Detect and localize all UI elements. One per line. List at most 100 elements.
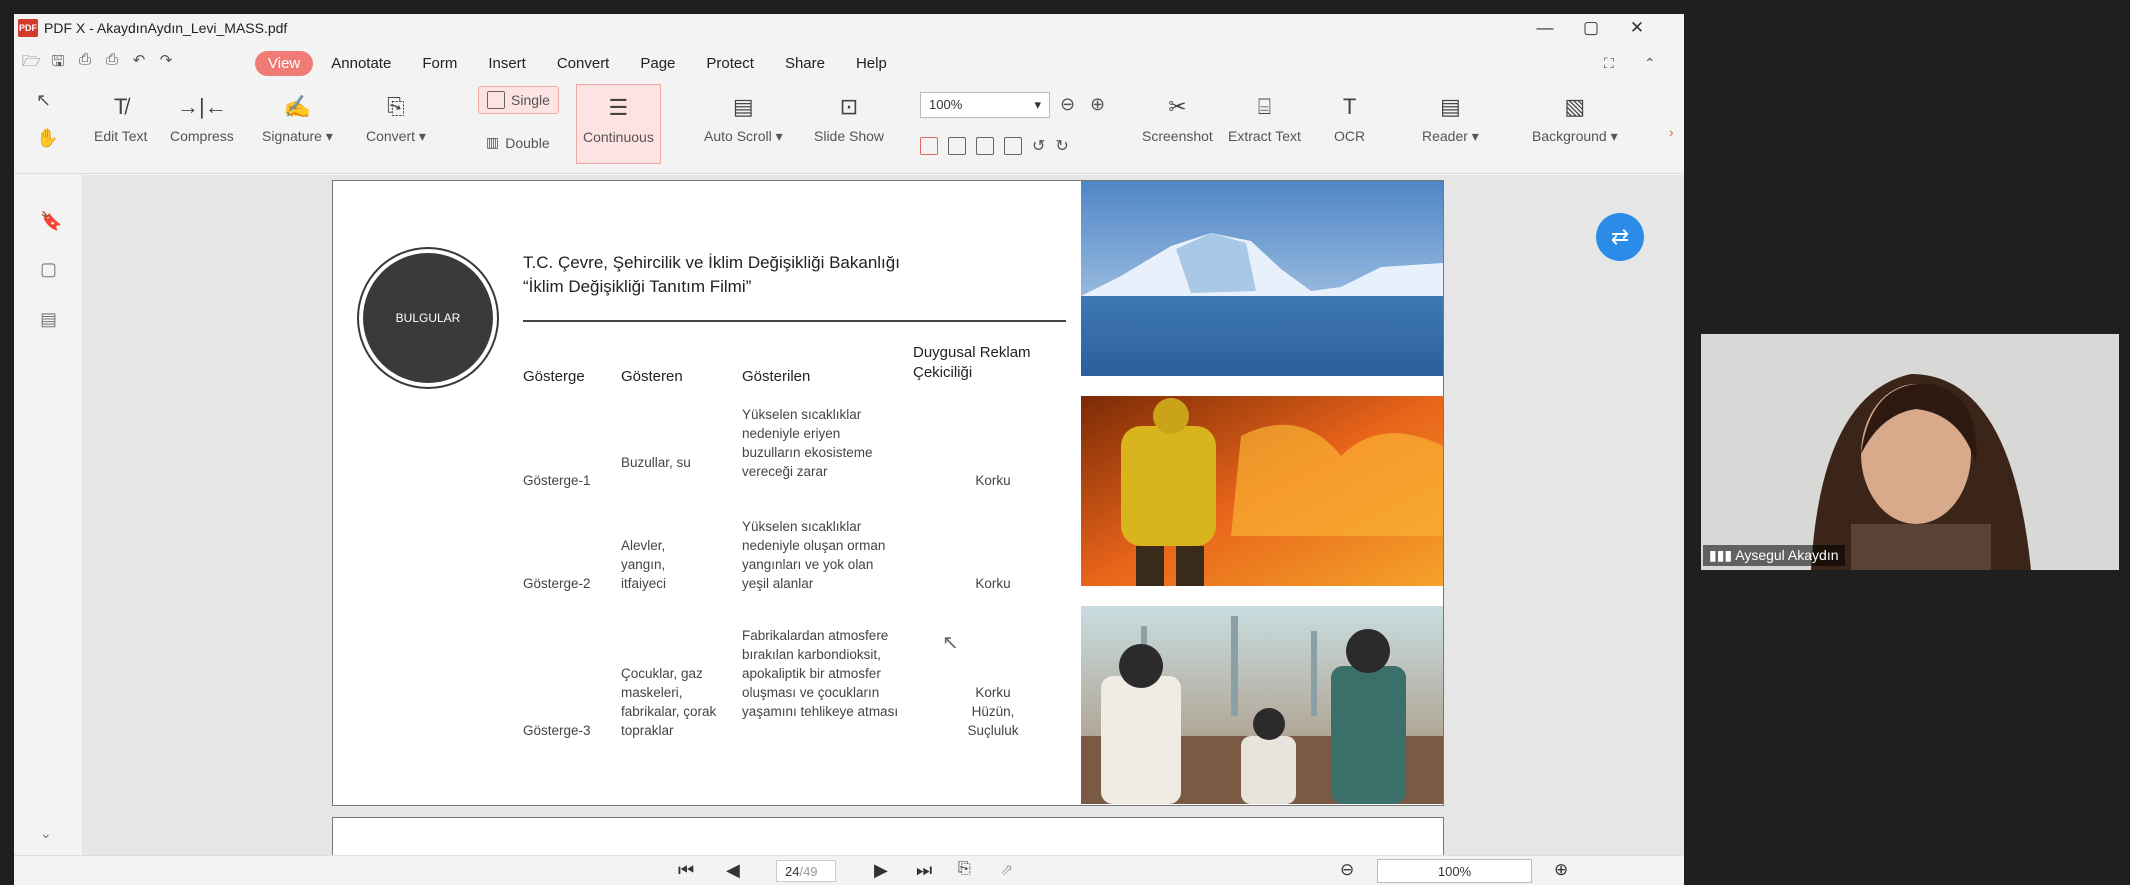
print-icon[interactable]: ⎙ (103, 51, 121, 76)
select-tool-icon[interactable]: ↖ (36, 90, 51, 111)
comments-icon[interactable]: ▤ (40, 309, 60, 329)
convert-icon: ⎘ (387, 94, 405, 119)
edit-text-button[interactable]: T̸ Edit Text (94, 90, 147, 144)
background-button[interactable]: ▧ Background ▾ (1532, 90, 1618, 145)
header-gosteren: Gösteren (621, 368, 683, 385)
fit-width-icon[interactable] (976, 137, 994, 155)
menu-bar: 🗁 🖫 ⎙ ⎙ ↶ ↷ View Annotate Form Insert Co… (14, 48, 1684, 78)
participant-name-label: ▮▮▮ Aysegul Akaydın (1703, 545, 1845, 566)
actual-size-icon[interactable] (920, 137, 938, 155)
signature-icon: ✍ (283, 94, 312, 119)
menu-page[interactable]: Page (627, 51, 688, 76)
bookmark-icon[interactable]: 🔖 (40, 211, 62, 231)
convert-to-word-icon[interactable]: ⇄ (1596, 213, 1644, 261)
app-logo-icon: PDF (18, 19, 38, 37)
single-page-button[interactable]: Single (478, 86, 559, 114)
ribbon-scroll-right-icon[interactable]: › (1669, 124, 1674, 140)
pdf-app-window: PDF PDF X - AkaydınAydın_Levi_MASS.pdf —… (14, 14, 1684, 885)
screenshot-button[interactable]: ✂ Screenshot (1142, 90, 1213, 144)
row1-gosterge: Gösterge-1 (523, 473, 591, 488)
hand-tool-icon[interactable]: ✋ (36, 128, 58, 149)
thumbnails-icon[interactable]: ▢ (40, 259, 60, 279)
menu-share[interactable]: Share (772, 51, 838, 76)
row2-gosterge: Gösterge-2 (523, 576, 591, 591)
compress-button[interactable]: →|← Compress (170, 90, 234, 144)
menu-view[interactable]: View (255, 50, 314, 76)
zoom-out-icon[interactable]: ⊖ (1060, 94, 1075, 115)
double-page-button[interactable]: ▥ Double (486, 134, 550, 151)
page-title: T.C. Çevre, Şehircilik ve İklim Değişikl… (523, 253, 900, 296)
extract-text-button[interactable]: ⌸ Extract Text (1228, 90, 1301, 144)
next-page-icon[interactable]: ▶ (874, 860, 888, 881)
rotate-left-icon[interactable]: ↺ (1032, 136, 1045, 156)
title-bar: PDF PDF X - AkaydınAydın_Levi_MASS.pdf —… (14, 14, 1684, 42)
save-as-icon[interactable]: ⎙ (76, 51, 94, 76)
last-page-icon[interactable]: ⏭ (916, 860, 932, 881)
row2-duygu: Korku (975, 576, 1011, 591)
glacier-image (1081, 181, 1443, 376)
status-bar: ⏮ ◀ 24/49 ▶ ⏭ ⎘ ⇗ ⊖ 100% ⊕ (14, 855, 1684, 885)
row2-gosterilen: Yükselen sıcaklıklar nedeniyle oluşan or… (742, 519, 886, 591)
header-gosterilen: Gösterilen (742, 368, 811, 385)
single-page-icon (487, 91, 505, 109)
collapse-ribbon-icon[interactable]: ⌃ (1644, 55, 1656, 72)
reader-icon: ▤ (1440, 94, 1461, 119)
auto-scroll-button[interactable]: ▤ Auto Scroll ▾ (704, 90, 783, 145)
quick-access-toolbar: 🗁 🖫 ⎙ ⎙ ↶ ↷ (22, 51, 175, 76)
status-zoom-input[interactable]: 100% (1377, 859, 1532, 883)
menu-insert[interactable]: Insert (475, 51, 539, 76)
fit-visible-icon[interactable] (1004, 137, 1022, 155)
export-page-icon[interactable]: ⇗ (1000, 860, 1013, 880)
compress-icon: →|← (177, 94, 227, 119)
menu-help[interactable]: Help (843, 51, 900, 76)
row3-gosterilen: Fabrikalardan atmosfere bırakılan karbon… (742, 628, 899, 719)
undo-icon[interactable]: ↶ (130, 51, 148, 76)
row1-gosterilen: Yükselen sıcaklıklar nedeniyle eriyen bu… (742, 407, 873, 479)
continuous-button[interactable]: ☰ Continuous (576, 84, 661, 164)
menu-protect[interactable]: Protect (693, 51, 767, 76)
fullscreen-icon[interactable]: ⛶ (1604, 55, 1614, 72)
header-duygusal: Duygusal Reklam Çekiciliği (913, 344, 1031, 381)
fit-page-icon[interactable] (948, 137, 966, 155)
mouse-cursor-icon: ↖ (942, 632, 959, 654)
rotate-right-icon[interactable]: ↻ (1055, 136, 1068, 156)
status-zoom-in-icon[interactable]: ⊕ (1554, 860, 1568, 880)
slide-show-button[interactable]: ⊡ Slide Show (814, 90, 884, 144)
row3-gosterge: Gösterge-3 (523, 723, 591, 738)
ocr-button[interactable]: T OCR (1334, 90, 1365, 144)
row1-gosteren: Buzullar, su (621, 455, 691, 470)
menu-annotate[interactable]: Annotate (318, 51, 404, 76)
row3-duygu: Korku Hüzün, Suçluluk (967, 685, 1019, 738)
status-zoom-out-icon[interactable]: ⊖ (1340, 860, 1354, 880)
document-viewer[interactable]: BULGULAR T.C. Çevre, Şehircilik ve İklim… (82, 175, 1684, 855)
zoom-in-icon[interactable]: ⊕ (1090, 94, 1105, 115)
page-number-input[interactable]: 24/49 (776, 860, 836, 882)
section-circle: BULGULAR (363, 253, 493, 383)
first-page-icon[interactable]: ⏮ (678, 860, 694, 881)
chevron-down-icon: ▾ (1034, 97, 1041, 112)
sidebar-expand-icon[interactable]: ⌄ (40, 825, 60, 845)
menu-form[interactable]: Form (409, 51, 470, 76)
slide-show-icon: ⊡ (839, 94, 859, 119)
view-mode-tools: ↺ ↻ (920, 136, 1069, 156)
menu-convert[interactable]: Convert (544, 51, 623, 76)
signature-button[interactable]: ✍ Signature ▾ (262, 90, 333, 145)
save-icon[interactable]: 🖫 (49, 51, 67, 76)
video-call-tile: ▮▮▮ Aysegul Akaydın (1701, 334, 2119, 570)
signal-bars-icon: ▮▮▮ (1709, 547, 1736, 563)
participant-video (1701, 334, 2119, 570)
open-folder-icon[interactable]: 🗁 (22, 51, 41, 76)
convert-button[interactable]: ⎘ Convert ▾ (366, 90, 426, 145)
close-button[interactable]: ✕ (1614, 14, 1660, 42)
screenshot-icon: ✂ (1168, 94, 1187, 119)
extract-text-icon: ⌸ (1257, 94, 1272, 119)
row1-duygu: Korku (975, 473, 1011, 488)
reader-button[interactable]: ▤ Reader ▾ (1422, 90, 1479, 145)
rotate-page-icon[interactable]: ⎘ (958, 860, 971, 878)
previous-page-icon[interactable]: ◀ (726, 860, 740, 881)
maximize-button[interactable]: ▢ (1568, 14, 1614, 42)
redo-icon[interactable]: ↷ (157, 51, 175, 76)
pdf-page: BULGULAR T.C. Çevre, Şehircilik ve İklim… (332, 180, 1444, 806)
zoom-select[interactable]: 100% ▾ (920, 92, 1050, 118)
minimize-button[interactable]: — (1522, 14, 1568, 42)
